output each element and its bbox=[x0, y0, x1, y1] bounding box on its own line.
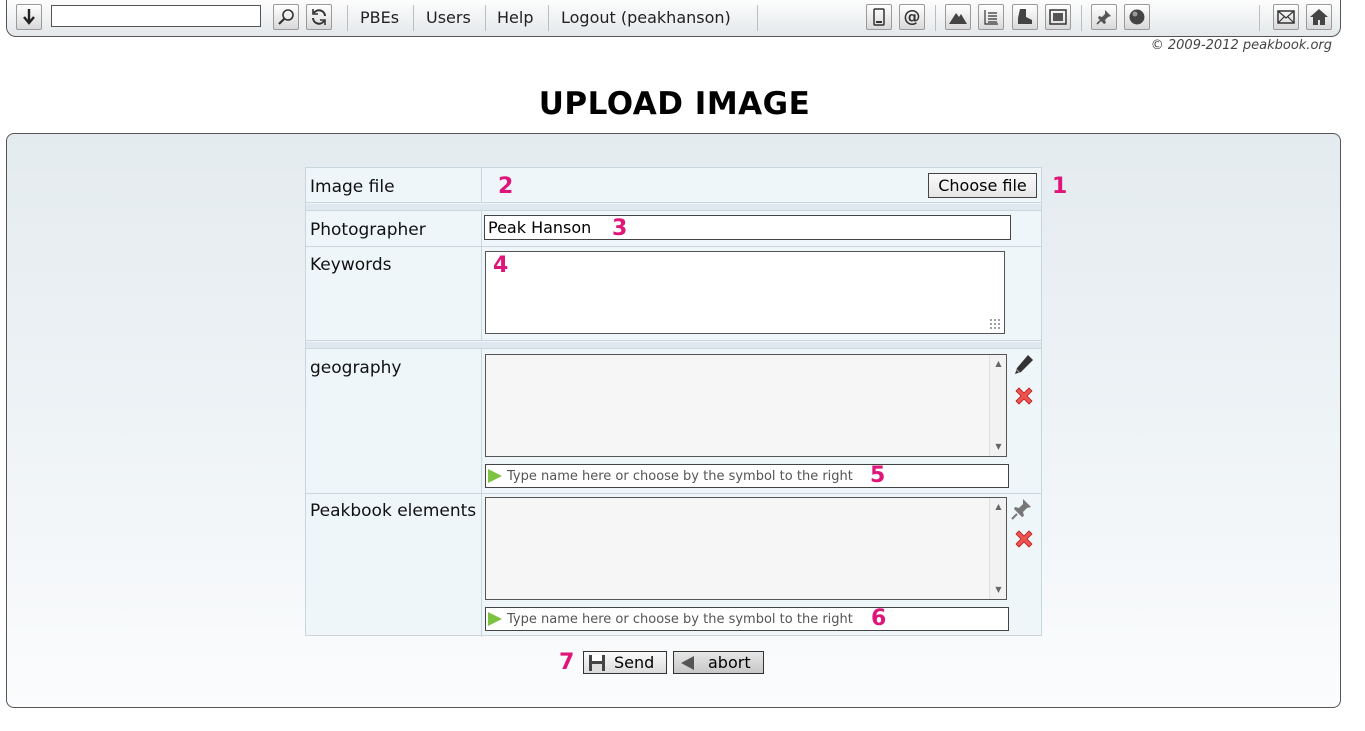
geography-hint-text: Type name here or choose by the symbol t… bbox=[507, 468, 853, 484]
delete-x-icon[interactable] bbox=[1012, 527, 1036, 551]
geography-label: geography bbox=[310, 358, 402, 378]
scroll-down-icon[interactable]: ▼ bbox=[990, 439, 1007, 455]
copyright-text: © 2009-2012 peakbook.org bbox=[1150, 38, 1332, 53]
abort-label: abort bbox=[708, 653, 751, 672]
search-input[interactable] bbox=[51, 5, 261, 27]
floppy-disk-icon bbox=[589, 654, 605, 671]
elements-search-input[interactable]: Type name here or choose by the symbol t… bbox=[485, 607, 1009, 631]
play-arrow-icon bbox=[488, 612, 502, 626]
scroll-up-icon[interactable]: ▲ bbox=[990, 356, 1007, 372]
geography-list[interactable]: ▲ ▼ bbox=[485, 354, 1007, 457]
play-arrow-icon bbox=[488, 469, 502, 483]
resize-grip-icon[interactable] bbox=[989, 318, 1001, 330]
keywords-label: Keywords bbox=[310, 255, 392, 275]
marker-3: 3 bbox=[612, 216, 628, 241]
nav-link-users[interactable]: Users bbox=[426, 8, 471, 27]
pin-icon[interactable] bbox=[1091, 4, 1117, 30]
mail-icon[interactable] bbox=[1273, 4, 1299, 30]
marker-6: 6 bbox=[871, 606, 887, 631]
at-sign-icon[interactable]: @ bbox=[899, 4, 925, 30]
elements-scrollbar[interactable]: ▲ ▼ bbox=[989, 498, 1006, 599]
delete-x-icon[interactable] bbox=[1012, 384, 1036, 408]
scroll-up-icon[interactable]: ▲ bbox=[990, 499, 1007, 515]
list-icon[interactable] bbox=[978, 4, 1004, 30]
marker-2: 2 bbox=[498, 174, 514, 199]
nav-link-help[interactable]: Help bbox=[497, 8, 533, 27]
geography-search-input[interactable]: Type name here or choose by the symbol t… bbox=[485, 464, 1009, 488]
marker-4: 4 bbox=[493, 253, 509, 278]
phone-icon[interactable] bbox=[866, 4, 892, 30]
marker-7: 7 bbox=[559, 650, 575, 675]
elements-hint-text: Type name here or choose by the symbol t… bbox=[507, 611, 853, 627]
send-button[interactable]: Send bbox=[583, 651, 667, 674]
pencil-edit-icon[interactable] bbox=[1012, 353, 1036, 377]
page-title: UPLOAD IMAGE bbox=[538, 86, 811, 122]
nav-link-pbes[interactable]: PBEs bbox=[360, 8, 399, 27]
peakbook-elements-list[interactable]: ▲ ▼ bbox=[485, 497, 1007, 600]
nav-link-logout[interactable]: Logout (peakhanson) bbox=[561, 8, 731, 27]
photographer-input[interactable]: Peak Hanson bbox=[484, 215, 1011, 240]
abort-button[interactable]: abort bbox=[673, 651, 764, 674]
picture-icon[interactable] bbox=[1045, 4, 1071, 30]
home-icon[interactable] bbox=[1306, 4, 1332, 30]
magnifier-icon[interactable] bbox=[273, 4, 299, 30]
pin-select-icon[interactable] bbox=[1010, 497, 1034, 521]
keywords-textarea[interactable] bbox=[485, 251, 1005, 334]
globe-icon[interactable] bbox=[1124, 4, 1150, 30]
boot-icon[interactable] bbox=[1012, 4, 1038, 30]
scroll-down-icon[interactable]: ▼ bbox=[990, 582, 1007, 598]
image-file-label: Image file bbox=[310, 177, 395, 197]
photographer-value: Peak Hanson bbox=[488, 218, 592, 237]
peakbook-elements-label: Peakbook elements bbox=[310, 501, 477, 521]
back-arrow-icon bbox=[681, 655, 694, 670]
geography-scrollbar[interactable]: ▲ ▼ bbox=[989, 355, 1006, 456]
refresh-icon[interactable] bbox=[306, 4, 332, 30]
send-label: Send bbox=[614, 653, 655, 672]
top-toolbar: PBEs Users Help Logout (peakhanson) @ bbox=[6, 0, 1341, 37]
choose-file-button[interactable]: Choose file bbox=[928, 173, 1037, 198]
mountain-icon[interactable] bbox=[945, 4, 971, 30]
marker-5: 5 bbox=[870, 463, 886, 488]
photographer-label: Photographer bbox=[310, 220, 426, 240]
download-arrow-icon[interactable] bbox=[16, 4, 42, 30]
marker-1: 1 bbox=[1052, 174, 1068, 199]
